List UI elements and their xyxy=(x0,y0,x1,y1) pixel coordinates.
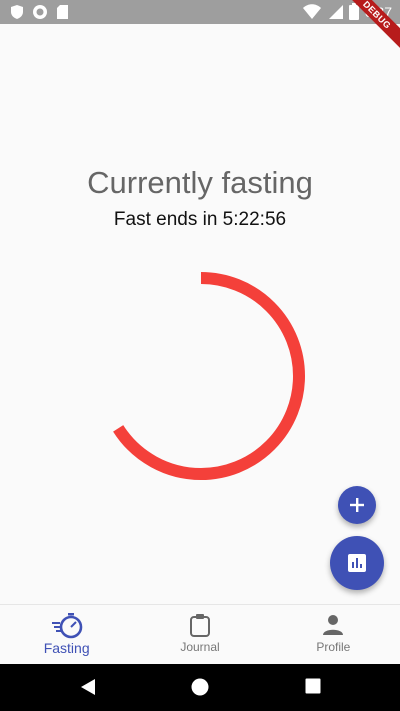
status-bar: 6:37 DEBUG xyxy=(0,0,400,52)
nav-item-profile[interactable]: Profile xyxy=(267,605,400,665)
record-icon xyxy=(33,5,47,19)
back-icon[interactable] xyxy=(80,678,96,696)
nav-item-fasting[interactable]: Fasting xyxy=(0,605,133,665)
nav-label-journal: Journal xyxy=(180,640,220,654)
home-icon[interactable] xyxy=(191,678,209,696)
progress-arc xyxy=(97,272,305,480)
bottom-navigation: Fasting Journal Profile xyxy=(0,604,400,665)
stats-button[interactable] xyxy=(330,536,384,590)
clipboard-icon xyxy=(189,614,210,637)
person-icon xyxy=(323,615,344,635)
nav-label-fasting: Fasting xyxy=(43,640,90,656)
stopwatch-icon xyxy=(51,613,82,639)
recents-icon[interactable] xyxy=(305,678,321,694)
nav-label-profile: Profile xyxy=(316,640,351,654)
status-left-icons xyxy=(10,4,69,20)
page-title: Currently fasting xyxy=(87,165,313,200)
screen: 6:37 DEBUG Currently fasting Fast ends i… xyxy=(0,0,400,711)
wifi-icon xyxy=(302,3,321,19)
system-navigation-bar xyxy=(0,664,400,711)
add-button[interactable] xyxy=(338,486,376,524)
fast-countdown-text: Fast ends in 5:22:56 xyxy=(113,209,287,230)
signal-icon xyxy=(328,4,343,19)
shield-icon xyxy=(11,5,23,19)
nav-item-journal[interactable]: Journal xyxy=(133,605,266,665)
plus-icon xyxy=(350,498,364,512)
bar-chart-icon xyxy=(348,554,366,572)
sd-card-icon xyxy=(57,5,68,19)
fasting-progress-ring xyxy=(97,272,305,480)
